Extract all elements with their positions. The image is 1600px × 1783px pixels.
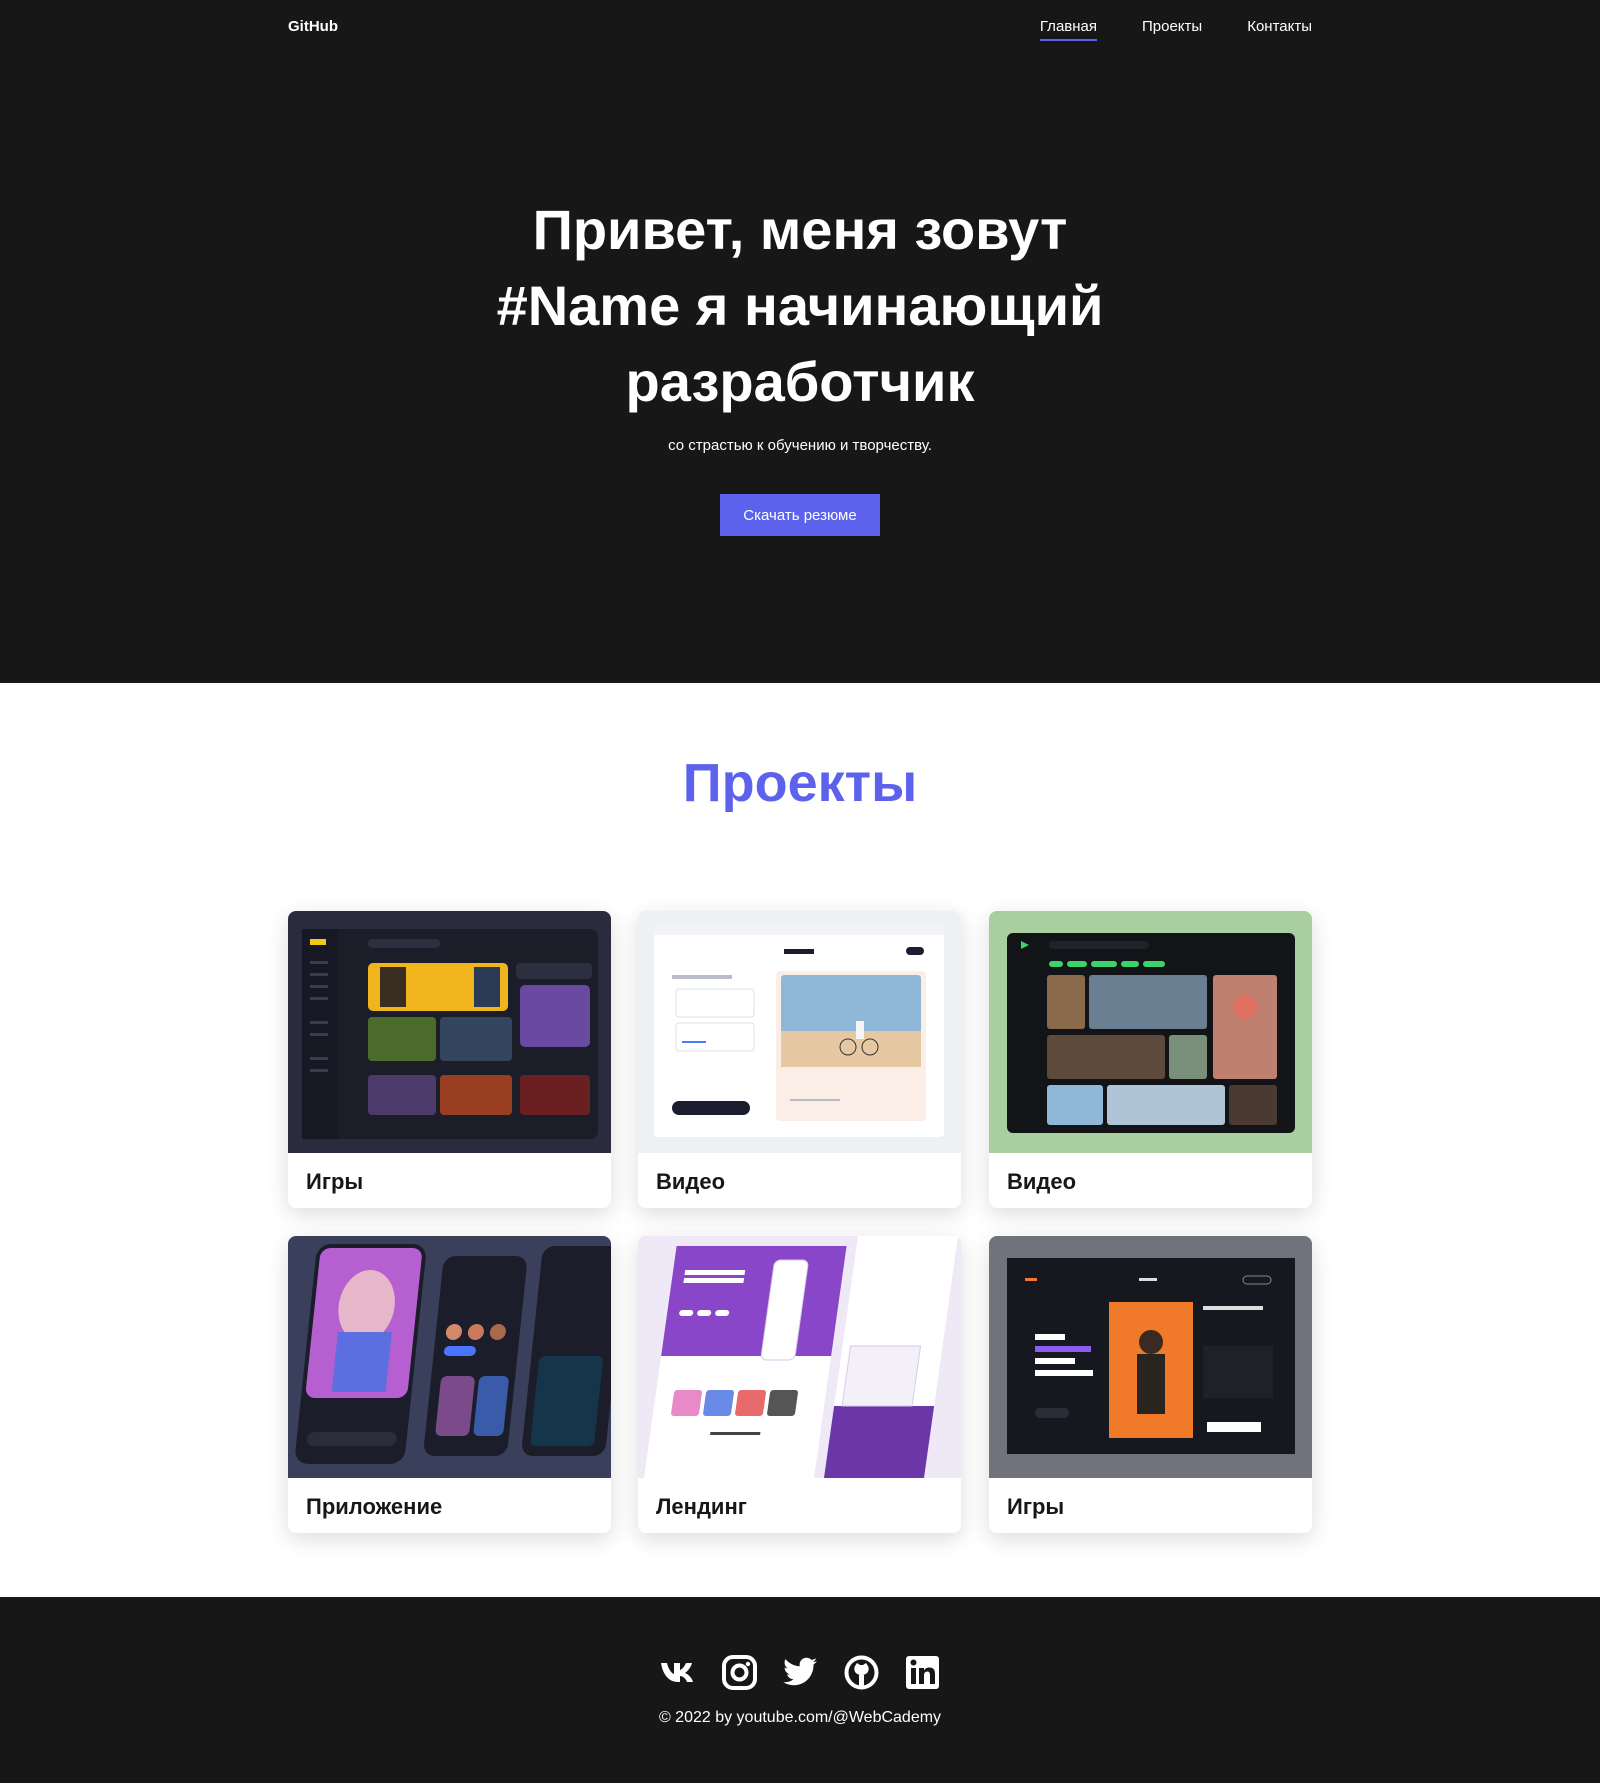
twitter-icon[interactable] <box>782 1652 819 1692</box>
copyright-text: © 2022 by youtube.com/@WebCademy <box>658 1709 942 1726</box>
hero-title: Привет, меня зовут #Name я начинающий ра… <box>400 192 1200 420</box>
hero-section: Привет, меня зовут #Name я начинающий ра… <box>0 0 1600 683</box>
project-thumbnail <box>288 1236 611 1478</box>
github-icon[interactable] <box>843 1652 880 1692</box>
hero-subtitle: со страстью к обучению и творчеству. <box>668 437 932 454</box>
hero-title-line3: разработчик <box>625 350 975 413</box>
project-thumbnail <box>989 911 1312 1153</box>
github-logo-link[interactable]: GitHub <box>288 18 338 35</box>
project-card-title: Приложение <box>306 1494 443 1519</box>
nav-list: Главная Проекты Контакты <box>1039 18 1312 41</box>
download-resume-button[interactable]: Скачать резюме <box>720 494 880 536</box>
project-card-title: Игры <box>306 1169 364 1194</box>
project-thumbnail <box>638 1236 961 1478</box>
project-card-app[interactable]: Приложение <box>288 1236 611 1533</box>
linkedin-icon[interactable] <box>904 1652 941 1692</box>
instagram-icon[interactable] <box>721 1652 758 1692</box>
hero-title-name: #Name <box>496 274 681 337</box>
nav-item-projects[interactable]: Проекты <box>1142 18 1202 41</box>
hero-title-line2: я начинающий <box>680 274 1104 337</box>
project-thumbnail <box>288 911 611 1153</box>
top-nav: GitHub Главная Проекты Контакты <box>0 0 1600 56</box>
social-links <box>660 1652 941 1692</box>
project-card-games-1[interactable]: Игры <box>288 911 611 1208</box>
project-thumbnail <box>989 1236 1312 1478</box>
project-card-title: Лендинг <box>656 1494 747 1519</box>
nav-item-contacts[interactable]: Контакты <box>1247 18 1312 41</box>
project-thumbnail <box>638 911 961 1153</box>
project-card-landing[interactable]: Лендинг <box>638 1236 961 1533</box>
nav-item-home[interactable]: Главная <box>1039 18 1097 41</box>
vk-icon[interactable] <box>660 1652 697 1692</box>
project-card-games-2[interactable]: Игры <box>989 1236 1312 1533</box>
project-card-title: Видео <box>1007 1169 1077 1194</box>
project-card-video-1[interactable]: Видео <box>638 911 961 1208</box>
project-card-video-2[interactable]: Видео <box>989 911 1312 1208</box>
footer: © 2022 by youtube.com/@WebCademy <box>0 1597 1600 1783</box>
project-card-title: Видео <box>656 1169 726 1194</box>
project-card-title: Игры <box>1007 1494 1065 1519</box>
projects-title: Проекты <box>682 753 918 813</box>
hero-title-line1: Привет, меня зовут <box>532 198 1068 261</box>
